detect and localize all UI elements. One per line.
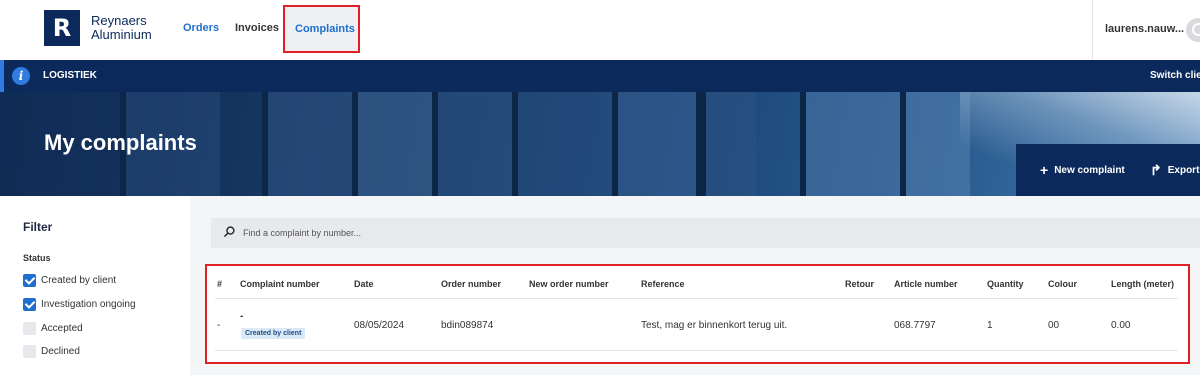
hero-actions: + New complaint ↱ Export [1016,144,1200,196]
switch-client-link[interactable]: Switch clie [1150,70,1200,81]
filter-title: Filter [23,220,53,234]
filter-option-label: Investigation ongoing [41,299,136,310]
brand-line-1: Reynaers [91,13,147,28]
cell-reference: Test, mag er binnenkort terug uit. [641,320,788,331]
checkbox-unchecked[interactable] [23,345,36,358]
page-title: My complaints [44,130,197,155]
header-divider [215,298,1178,299]
cell-length: 0.00 [1111,320,1131,331]
cell-colour: 00 [1048,320,1060,331]
column-header-order-number[interactable]: Order number [441,279,501,289]
top-navigation: R Reynaers Aluminium Orders Invoices Com… [0,0,1200,60]
filter-option-label: Created by client [41,275,117,286]
client-bar: i LOGISTIEK Switch clie [0,60,1200,92]
client-bar-accent [0,60,4,92]
checkbox-checked[interactable] [23,298,36,311]
user-name[interactable]: laurens.nauw... [1105,23,1184,35]
filter-sidebar: Filter Status Created by client Investig… [0,196,190,375]
column-header-date[interactable]: Date [354,279,374,289]
cell-order-number: bdin089874 [441,320,494,331]
checkbox-unchecked[interactable] [23,322,36,335]
nav-complaints-highlight[interactable]: Complaints [283,5,360,53]
column-header-length[interactable]: Length (meter) [1111,279,1174,289]
cell-article-number: 068.7797 [894,320,936,331]
search-bar[interactable] [211,218,1200,248]
reynaers-logo[interactable]: R [44,10,80,46]
complaints-table: # Complaint number Date Order number New… [205,264,1190,364]
nav-orders[interactable]: Orders [183,22,219,34]
hero-window-pane [352,92,432,196]
column-header-quantity[interactable]: Quantity [987,279,1024,289]
cell-complaint-number[interactable]: - [240,311,243,322]
status-filter-label: Status [23,253,51,263]
main-content: # Complaint number Date Order number New… [190,196,1200,375]
plus-icon: + [1040,162,1049,178]
column-header-complaint-number[interactable]: Complaint number [240,279,320,289]
column-header-index: # [217,279,223,289]
cell-date: 08/05/2024 [354,320,405,331]
filter-option-label: Accepted [41,323,83,334]
column-header-retour[interactable]: Retour [845,279,874,289]
hero-window-pane [432,92,512,196]
hero-window-pane [262,92,352,196]
top-divider [1092,0,1093,60]
hero-window-pane [512,92,612,196]
new-complaint-label: New complaint [1054,165,1125,176]
export-label: Export [1167,165,1200,176]
filter-option-label: Declined [41,346,80,357]
checkbox-checked[interactable] [23,274,36,287]
row-divider [215,350,1178,351]
brand-line-2: Aluminium [91,27,152,42]
nav-invoices[interactable]: Invoices [235,22,279,34]
column-header-new-order-number[interactable]: New order number [529,279,609,289]
search-input[interactable] [243,224,1143,242]
column-header-reference[interactable]: Reference [641,279,685,289]
hero-banner: My complaints + New complaint ↱ Export [0,92,1200,196]
hero-window-pane [696,92,756,196]
status-badge: Created by client [241,328,306,339]
user-avatar-icon[interactable] [1186,18,1200,42]
export-arrow-icon: ↱ [1150,162,1162,178]
export-button[interactable]: ↱ Export [1150,162,1199,179]
new-complaint-button[interactable]: + New complaint [1040,162,1125,178]
search-icon [224,226,235,237]
nav-complaints[interactable]: Complaints [295,23,355,35]
brand-name[interactable]: Reynaers Aluminium [91,14,152,42]
column-header-colour[interactable]: Colour [1048,279,1077,289]
hero-window-pane [800,92,900,196]
cell-index: - [217,320,221,331]
cell-quantity: 1 [987,320,993,331]
column-header-article-number[interactable]: Article number [894,279,958,289]
hero-window-pane [612,92,696,196]
info-icon[interactable]: i [12,67,30,85]
client-name: LOGISTIEK [43,70,97,81]
